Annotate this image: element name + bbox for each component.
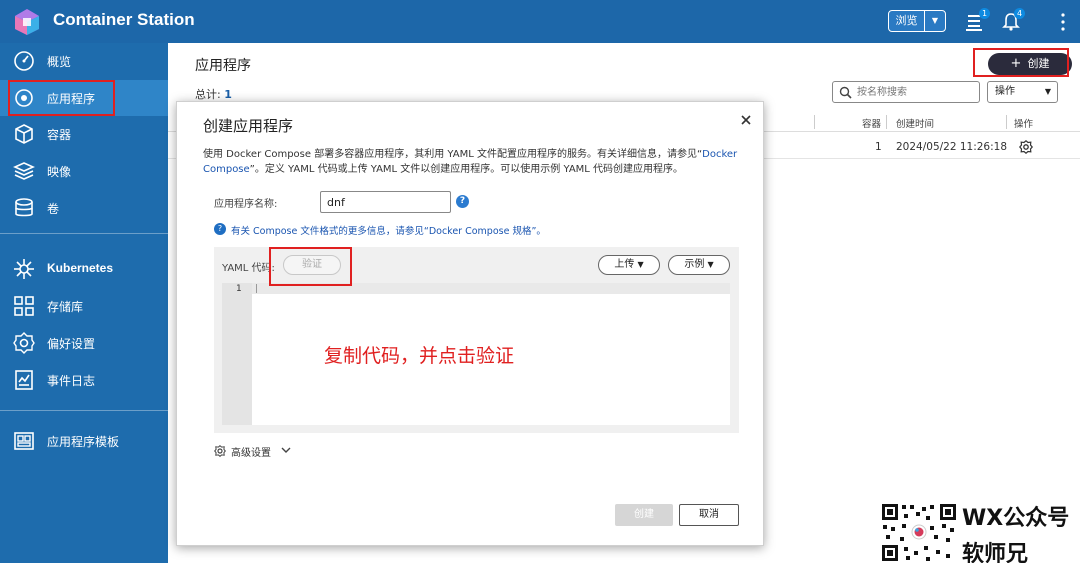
search-input[interactable] xyxy=(857,85,975,100)
highlight-create-button xyxy=(973,48,1069,77)
instruction-annotation: 复制代码，并点击验证 xyxy=(324,345,515,367)
desc-text: ”。定义 YAML 代码或上传 YAML 文件以创建应用程序。可以使用示例 YA… xyxy=(249,164,684,175)
operations-label: 操作 xyxy=(995,86,1015,97)
sidebar-item-preferences[interactable]: 偏好设置 xyxy=(0,325,168,361)
sidebar-item-label: 应用程序模板 xyxy=(47,435,120,449)
app-title: Container Station xyxy=(53,10,195,29)
upload-button[interactable]: 上传 ▼ xyxy=(598,255,660,275)
kubernetes-icon xyxy=(14,259,34,279)
example-label: 示例 xyxy=(684,259,705,270)
advanced-settings-toggle[interactable]: 高级设置 xyxy=(214,444,271,459)
watermark-line2: 软师兄 xyxy=(962,542,1029,563)
operations-dropdown[interactable]: 操作 ▼ xyxy=(987,81,1058,103)
volume-icon xyxy=(15,198,33,217)
sidebar-item-kubernetes[interactable]: Kubernetes xyxy=(0,251,168,287)
sidebar-item-event-log[interactable]: 事件日志 xyxy=(0,362,168,398)
sidebar-item-label: 存储库 xyxy=(47,300,84,314)
event-log-icon xyxy=(15,370,33,390)
column-header-ops: 操作 xyxy=(1014,119,1034,130)
compose-info: 有关 Compose 文件格式的更多信息，请参见“Docker Compose … xyxy=(214,223,546,237)
desc-text: 使用 Docker Compose 部署多容器应用程序，其利用 YAML 文件配… xyxy=(203,149,703,160)
create-app-dialog: 创建应用程序 使用 Docker Compose 部署多容器应用程序，其利用 Y… xyxy=(176,101,764,546)
line-number: 1 xyxy=(236,284,242,294)
column-header-containers[interactable]: 容器 xyxy=(862,116,881,130)
sidebar-item-repository[interactable]: 存储库 xyxy=(0,288,168,324)
task-badge: 1 xyxy=(979,8,990,19)
total-count: 总计: 1 xyxy=(195,86,232,102)
sidebar-item-label: 容器 xyxy=(47,128,72,142)
column-separator xyxy=(1006,115,1007,129)
created-time-cell: 2024/05/22 11:26:18 xyxy=(896,141,1008,153)
sidebar-divider xyxy=(0,233,168,234)
sidebar-item-label: 概览 xyxy=(47,55,72,69)
close-icon[interactable] xyxy=(740,114,752,126)
total-label: 总计: xyxy=(195,88,221,101)
sidebar-divider xyxy=(0,410,168,411)
info-text: 有关 Compose 文件格式的更多信息，请参见“ xyxy=(231,226,429,237)
sidebar: 概览 应用程序 容器 映像 卷 Kubernetes 存储库 偏好设置 事件日志… xyxy=(0,43,168,563)
total-value: 1 xyxy=(224,88,232,101)
sidebar-item-label: Kubernetes xyxy=(47,261,114,275)
image-layers-icon xyxy=(13,162,35,180)
search-box xyxy=(832,81,980,103)
repository-icon xyxy=(14,296,34,316)
sidebar-item-overview[interactable]: 概览 xyxy=(0,43,168,79)
sidebar-item-label: 卷 xyxy=(47,202,60,216)
example-button[interactable]: 示例 ▼ xyxy=(668,255,730,275)
highlight-applications xyxy=(8,80,115,116)
dialog-title: 创建应用程序 xyxy=(203,117,294,135)
container-station-logo xyxy=(15,9,39,35)
yaml-label: YAML 代码: xyxy=(222,263,275,274)
sidebar-item-label: 事件日志 xyxy=(47,374,96,388)
containers-cell: 1 xyxy=(875,141,882,153)
compose-spec-link[interactable]: Docker Compose 规格 xyxy=(429,226,532,237)
more-options-icon[interactable] xyxy=(1060,12,1066,32)
upload-label: 上传 xyxy=(614,259,635,270)
line-gutter: 1 xyxy=(222,283,252,425)
qr-code-image xyxy=(880,502,958,563)
watermark-line1: WX公众号 xyxy=(962,506,1070,531)
sidebar-item-app-templates[interactable]: 应用程序模板 xyxy=(0,423,168,459)
highlight-verify-button xyxy=(269,247,352,286)
sidebar-item-label: 偏好设置 xyxy=(47,337,96,351)
dashboard-icon xyxy=(14,51,34,71)
template-icon xyxy=(14,432,34,450)
dialog-cancel-button[interactable]: 取消 xyxy=(679,504,739,526)
column-separator xyxy=(814,115,815,129)
dialog-create-button[interactable]: 创建 xyxy=(615,504,673,526)
page-title: 应用程序 xyxy=(195,58,251,74)
sidebar-item-label: 映像 xyxy=(47,165,72,179)
container-icon xyxy=(15,124,33,144)
gear-icon[interactable] xyxy=(1019,140,1033,154)
chevron-down-icon: ▼ xyxy=(931,16,939,25)
browse-label: 浏览 xyxy=(889,11,925,31)
chevron-down-icon: ▼ xyxy=(637,260,644,269)
preferences-icon xyxy=(13,332,35,354)
app-name-field[interactable] xyxy=(320,191,451,213)
chevron-down-icon[interactable] xyxy=(281,445,291,455)
advanced-settings-label: 高级设置 xyxy=(231,448,271,459)
help-icon[interactable]: ? xyxy=(456,195,469,208)
info-text: ”。 xyxy=(531,226,546,237)
search-icon xyxy=(839,86,852,99)
browse-dropdown[interactable]: 浏览 ▼ xyxy=(888,10,946,32)
column-header-created[interactable]: 创建时间 xyxy=(896,116,934,130)
notification-badge: 4 xyxy=(1014,8,1025,19)
sidebar-item-volumes[interactable]: 卷 xyxy=(0,190,168,226)
chevron-down-icon: ▼ xyxy=(1044,87,1051,96)
dialog-description: 使用 Docker Compose 部署多容器应用程序，其利用 YAML 文件配… xyxy=(203,147,743,177)
text-cursor xyxy=(256,284,257,293)
app-name-label: 应用程序名称: xyxy=(214,199,278,210)
top-bar: Container Station 浏览 ▼ 1 4 xyxy=(0,0,1080,43)
sidebar-item-containers[interactable]: 容器 xyxy=(0,116,168,152)
chevron-down-icon: ▼ xyxy=(707,260,714,269)
column-separator xyxy=(886,115,887,129)
sidebar-item-images[interactable]: 映像 xyxy=(0,153,168,189)
